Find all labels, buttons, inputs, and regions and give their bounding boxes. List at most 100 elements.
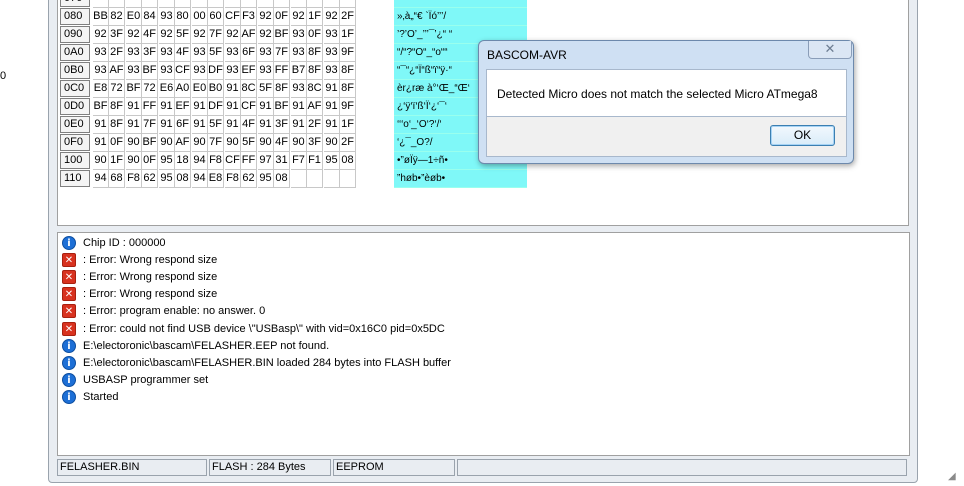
hex-byte-cell[interactable]: 90 [192, 134, 208, 152]
hex-byte-cell[interactable]: 97 [258, 152, 274, 170]
hex-byte-cell[interactable] [291, 170, 307, 188]
hex-byte-cell[interactable]: 93 [93, 44, 109, 62]
hex-byte-cell[interactable]: CF [241, 98, 257, 116]
hex-byte-cell[interactable]: 4F [241, 116, 257, 134]
hex-byte-cell[interactable]: 91 [291, 98, 307, 116]
hex-byte-cell[interactable]: BB [93, 8, 109, 26]
hex-byte-cell[interactable]: 8F [307, 62, 323, 80]
hex-byte-cell[interactable]: DF [208, 62, 224, 80]
hex-byte-cell[interactable]: 0F [274, 8, 290, 26]
hex-byte-cell[interactable] [324, 0, 340, 8]
hex-byte-cell[interactable]: 8F [109, 116, 125, 134]
hex-byte-cell[interactable]: 8C [307, 80, 323, 98]
hex-byte-cell[interactable] [307, 170, 323, 188]
hex-byte-cell[interactable]: AF [307, 98, 323, 116]
hex-byte-cell[interactable]: 2F [307, 116, 323, 134]
hex-byte-cell[interactable]: 91 [192, 116, 208, 134]
hex-byte-cell[interactable]: 93 [258, 62, 274, 80]
hex-byte-cell[interactable]: 4F [274, 134, 290, 152]
hex-byte-cell[interactable]: 92 [324, 8, 340, 26]
hex-byte-cell[interactable]: 0F [307, 26, 323, 44]
hex-byte-cell[interactable]: E0 [192, 80, 208, 98]
hex-byte-cell[interactable]: 3F [274, 116, 290, 134]
hex-byte-cell[interactable]: 93 [291, 80, 307, 98]
hex-byte-cell[interactable]: FF [142, 98, 158, 116]
hex-byte-cell[interactable]: 93 [159, 44, 175, 62]
hex-byte-cell[interactable]: 18 [175, 152, 191, 170]
hex-byte-cell[interactable]: 91 [225, 116, 241, 134]
close-button[interactable]: ✕ [808, 41, 852, 59]
hex-byte-cell[interactable]: 93 [324, 26, 340, 44]
hex-byte-cell[interactable]: 7F [142, 116, 158, 134]
hex-byte-cell[interactable]: 91 [225, 80, 241, 98]
hex-byte-cell[interactable]: 3F [109, 26, 125, 44]
hex-byte-cell[interactable] [258, 0, 274, 8]
hex-byte-cell[interactable]: 8C [241, 80, 257, 98]
hex-byte-cell[interactable]: 93 [225, 44, 241, 62]
hex-byte-cell[interactable]: 00 [192, 8, 208, 26]
hex-byte-cell[interactable]: BF [274, 98, 290, 116]
hex-byte-cell[interactable] [175, 0, 191, 8]
hex-byte-cell[interactable]: 9F [340, 98, 356, 116]
hex-byte-cell[interactable]: CF [225, 152, 241, 170]
hex-byte-cell[interactable]: 91 [93, 116, 109, 134]
hex-byte-cell[interactable]: 08 [274, 170, 290, 188]
hex-byte-cell[interactable]: 90 [324, 134, 340, 152]
hex-byte-cell[interactable]: 93 [258, 44, 274, 62]
hex-byte-cell[interactable]: 1F [307, 8, 323, 26]
hex-byte-cell[interactable]: 92 [258, 26, 274, 44]
hex-byte-cell[interactable]: FF [241, 152, 257, 170]
hex-byte-cell[interactable]: 92 [192, 26, 208, 44]
hex-byte-cell[interactable]: 5F [241, 134, 257, 152]
ok-button[interactable]: OK [770, 125, 835, 146]
hex-byte-cell[interactable] [324, 170, 340, 188]
hex-byte-cell[interactable]: BF [93, 98, 109, 116]
hex-byte-cell[interactable]: 2F [340, 8, 356, 26]
resize-grip-icon[interactable]: ◢ [948, 472, 958, 482]
hex-byte-cell[interactable] [159, 0, 175, 8]
hex-byte-cell[interactable]: 1F [340, 116, 356, 134]
hex-byte-cell[interactable]: 2F [109, 44, 125, 62]
hex-byte-cell[interactable]: 4F [175, 44, 191, 62]
hex-byte-cell[interactable]: 8F [274, 80, 290, 98]
hex-byte-cell[interactable]: 93 [324, 62, 340, 80]
hex-byte-cell[interactable]: 62 [241, 170, 257, 188]
hex-byte-cell[interactable]: 95 [159, 152, 175, 170]
hex-byte-cell[interactable]: 72 [109, 80, 125, 98]
hex-byte-cell[interactable]: 80 [175, 8, 191, 26]
hex-byte-cell[interactable]: F1 [307, 152, 323, 170]
hex-byte-cell[interactable]: F8 [126, 170, 142, 188]
hex-byte-cell[interactable]: F3 [241, 8, 257, 26]
hex-byte-cell[interactable]: 91 [258, 116, 274, 134]
hex-byte-cell[interactable]: 92 [93, 26, 109, 44]
hex-byte-cell[interactable]: 94 [192, 152, 208, 170]
hex-byte-cell[interactable]: 90 [225, 134, 241, 152]
hex-byte-cell[interactable]: CF [225, 8, 241, 26]
hex-byte-cell[interactable]: E8 [208, 170, 224, 188]
hex-byte-cell[interactable]: 0F [109, 134, 125, 152]
hex-byte-cell[interactable]: 93 [324, 44, 340, 62]
hex-byte-cell[interactable] [126, 0, 142, 8]
hex-byte-cell[interactable]: B0 [208, 80, 224, 98]
hex-byte-cell[interactable]: 95 [258, 170, 274, 188]
hex-byte-cell[interactable]: 9F [340, 44, 356, 62]
hex-byte-cell[interactable]: A0 [175, 80, 191, 98]
hex-byte-cell[interactable]: 84 [142, 8, 158, 26]
hex-byte-cell[interactable]: 90 [159, 134, 175, 152]
hex-byte-cell[interactable]: 91 [159, 98, 175, 116]
hex-byte-cell[interactable]: 91 [159, 116, 175, 134]
hex-byte-cell[interactable]: F8 [225, 170, 241, 188]
hex-byte-cell[interactable]: BF [142, 62, 158, 80]
hex-byte-cell[interactable]: 93 [159, 8, 175, 26]
hex-byte-cell[interactable]: 82 [109, 8, 125, 26]
hex-byte-cell[interactable]: EF [175, 98, 191, 116]
hex-byte-cell[interactable]: 91 [126, 98, 142, 116]
hex-byte-cell[interactable]: 92 [258, 8, 274, 26]
hex-byte-cell[interactable]: 8F [340, 62, 356, 80]
hex-byte-cell[interactable]: 90 [126, 152, 142, 170]
hex-byte-cell[interactable]: E0 [126, 8, 142, 26]
hex-byte-cell[interactable]: 91 [324, 80, 340, 98]
hex-byte-cell[interactable]: 4F [142, 26, 158, 44]
hex-byte-cell[interactable]: 8F [307, 44, 323, 62]
hex-byte-cell[interactable] [291, 0, 307, 8]
